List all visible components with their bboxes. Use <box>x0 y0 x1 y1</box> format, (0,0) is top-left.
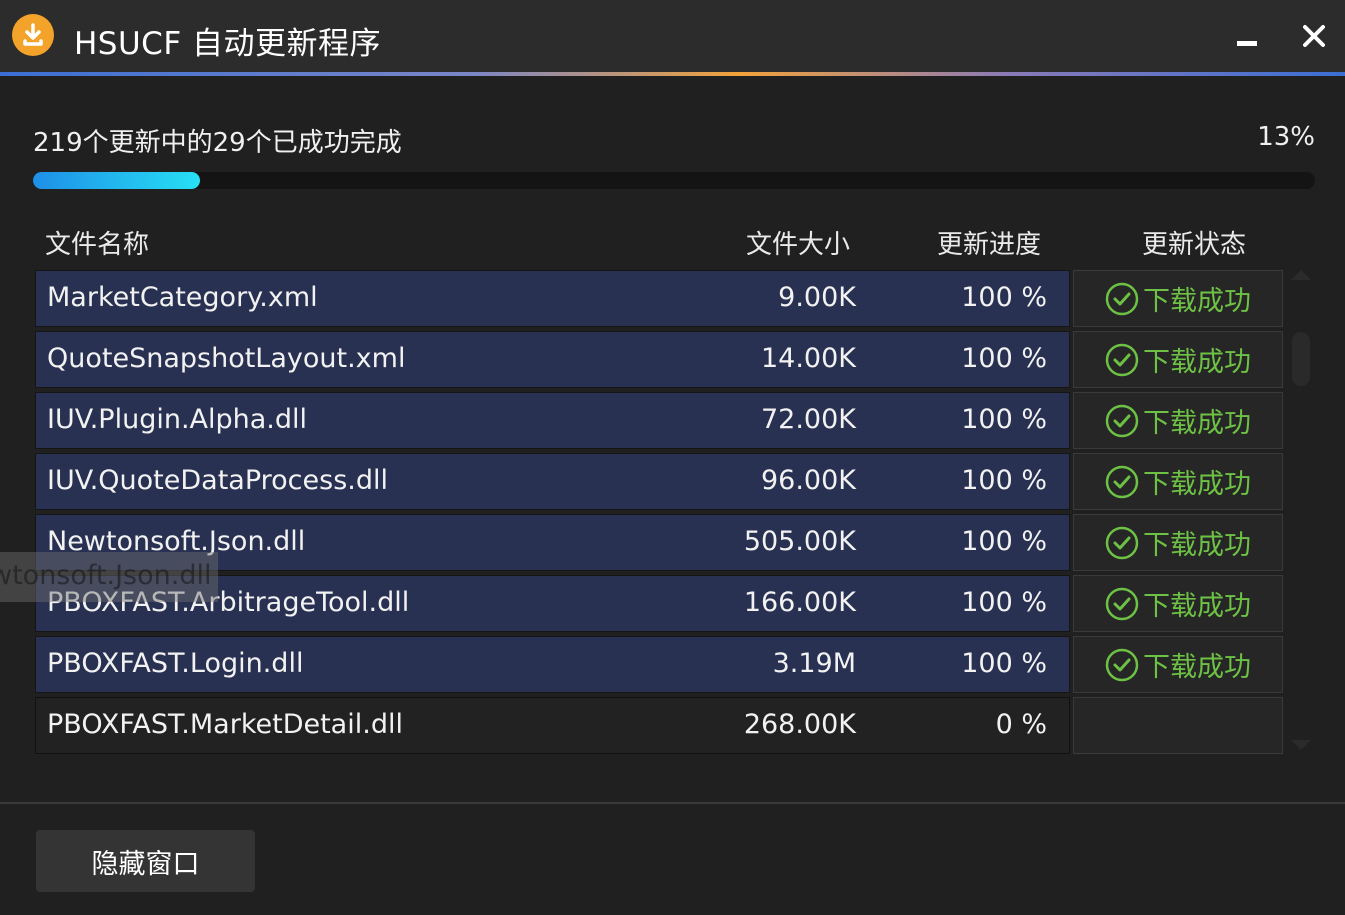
file-list[interactable]: MarketCategory.xml 9.00K 100 % 下载成功 Quot… <box>35 270 1285 758</box>
file-name: IUV.Plugin.Alpha.dll <box>47 404 308 435</box>
row-status-cell: 下载成功 <box>1073 331 1283 388</box>
minimize-icon <box>1237 40 1257 46</box>
row-status-cell: 下载成功 <box>1073 453 1283 510</box>
file-size: 72.00K <box>760 404 856 435</box>
check-circle-icon <box>1105 282 1139 316</box>
status-text: 下载成功 <box>1143 286 1251 317</box>
row-status-cell: 下载成功 <box>1073 392 1283 449</box>
table-row[interactable]: PBOXFAST.Login.dll 3.19M 100 % 下载成功 <box>35 636 1285 693</box>
row-main-cell: PBOXFAST.MarketDetail.dll 268.00K 0 % <box>35 697 1070 754</box>
row-status-cell: 下载成功 <box>1073 514 1283 571</box>
row-main-cell: IUV.QuoteDataProcess.dll 96.00K 100 % <box>35 453 1070 510</box>
drag-ghost-label: wtonsoft.Json.dll <box>0 552 218 602</box>
row-status-cell: 下载成功 <box>1073 636 1283 693</box>
row-status-cell: 下载成功 <box>1073 575 1283 632</box>
file-progress: 100 % <box>961 404 1047 435</box>
status-text: 下载成功 <box>1143 408 1251 439</box>
update-summary: 219个更新中的29个已成功完成 <box>33 128 402 158</box>
close-button[interactable] <box>1292 14 1336 58</box>
download-icon <box>12 14 54 56</box>
file-size: 9.00K <box>778 282 856 313</box>
file-name: IUV.QuoteDataProcess.dll <box>47 465 388 496</box>
file-progress: 100 % <box>961 587 1047 618</box>
table-row[interactable]: PBOXFAST.MarketDetail.dll 268.00K 0 % <box>35 697 1285 754</box>
scroll-up-arrow-icon[interactable] <box>1291 270 1311 280</box>
file-size: 96.00K <box>760 465 856 496</box>
file-progress: 0 % <box>995 709 1047 740</box>
file-progress: 100 % <box>961 526 1047 557</box>
column-header-name: 文件名称 <box>45 230 150 260</box>
minimize-button[interactable] <box>1225 14 1269 58</box>
footer-divider <box>0 802 1345 804</box>
close-icon <box>1303 25 1325 47</box>
drag-ghost-text: wtonsoft.Json.dll <box>0 560 212 591</box>
file-progress: 100 % <box>961 282 1047 313</box>
window-title: HSUCF 自动更新程序 <box>74 26 382 62</box>
scrollbar-thumb[interactable] <box>1292 332 1310 386</box>
file-size: 3.19M <box>772 648 856 679</box>
title-accent-line <box>0 72 1345 76</box>
check-circle-icon <box>1105 587 1139 621</box>
check-circle-icon <box>1105 404 1139 438</box>
file-name: PBOXFAST.Login.dll <box>47 648 304 679</box>
table-row[interactable]: IUV.QuoteDataProcess.dll 96.00K 100 % 下载… <box>35 453 1285 510</box>
table-row[interactable]: IUV.Plugin.Alpha.dll 72.00K 100 % 下载成功 <box>35 392 1285 449</box>
check-circle-icon <box>1105 648 1139 682</box>
status-text: 下载成功 <box>1143 591 1251 622</box>
file-size: 505.00K <box>743 526 856 557</box>
overall-percent: 13% <box>1257 122 1315 152</box>
status-text: 下载成功 <box>1143 652 1251 683</box>
table-row[interactable]: Newtonsoft.Json.dll 505.00K 100 % 下载成功 <box>35 514 1285 571</box>
row-main-cell: MarketCategory.xml 9.00K 100 % <box>35 270 1070 327</box>
row-main-cell: PBOXFAST.Login.dll 3.19M 100 % <box>35 636 1070 693</box>
status-text: 下载成功 <box>1143 530 1251 561</box>
file-progress: 100 % <box>961 648 1047 679</box>
scroll-down-arrow-icon[interactable] <box>1291 740 1311 750</box>
row-main-cell: QuoteSnapshotLayout.xml 14.00K 100 % <box>35 331 1070 388</box>
file-size: 268.00K <box>743 709 856 740</box>
check-circle-icon <box>1105 526 1139 560</box>
progress-fill <box>33 172 200 189</box>
file-name: PBOXFAST.MarketDetail.dll <box>47 709 403 740</box>
table-row[interactable]: QuoteSnapshotLayout.xml 14.00K 100 % 下载成… <box>35 331 1285 388</box>
file-size: 166.00K <box>743 587 856 618</box>
row-status-cell: 下载成功 <box>1073 270 1283 327</box>
check-circle-icon <box>1105 465 1139 499</box>
table-row[interactable]: PBOXFAST.ArbitrageTool.dll 166.00K 100 %… <box>35 575 1285 632</box>
file-name: MarketCategory.xml <box>47 282 318 313</box>
check-circle-icon <box>1105 343 1139 377</box>
overall-progress-bar <box>33 172 1315 189</box>
file-progress: 100 % <box>961 465 1047 496</box>
hide-window-button[interactable]: 隐藏窗口 <box>36 830 255 892</box>
column-header-progress: 更新进度 <box>937 230 1042 260</box>
updater-window: HSUCF 自动更新程序 219个更新中的29个已成功完成 13% 文件名称 文… <box>0 0 1345 915</box>
file-progress: 100 % <box>961 343 1047 374</box>
column-header-size: 文件大小 <box>746 230 851 260</box>
title-bar[interactable]: HSUCF 自动更新程序 <box>0 0 1345 76</box>
status-text: 下载成功 <box>1143 347 1251 378</box>
status-text: 下载成功 <box>1143 469 1251 500</box>
row-status-cell <box>1073 697 1283 754</box>
table-row[interactable]: MarketCategory.xml 9.00K 100 % 下载成功 <box>35 270 1285 327</box>
file-name: QuoteSnapshotLayout.xml <box>47 343 406 374</box>
file-size: 14.00K <box>760 343 856 374</box>
column-header-status: 更新状态 <box>1142 230 1247 260</box>
row-main-cell: IUV.Plugin.Alpha.dll 72.00K 100 % <box>35 392 1070 449</box>
